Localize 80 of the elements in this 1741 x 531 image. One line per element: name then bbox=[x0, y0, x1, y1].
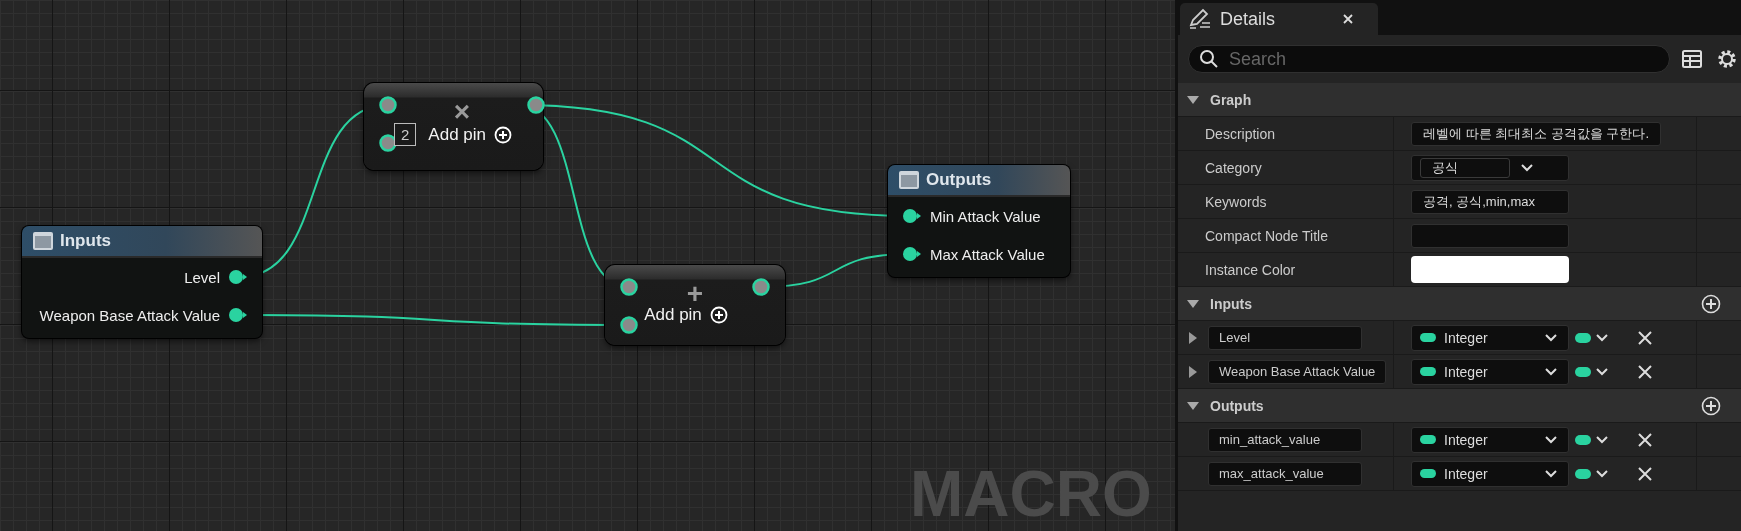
delete-icon[interactable] bbox=[1637, 431, 1653, 448]
pin-count: 2 bbox=[394, 123, 417, 146]
graph-node[interactable]: + Add pin bbox=[605, 265, 785, 345]
pin-icon[interactable] bbox=[620, 278, 638, 296]
window-icon bbox=[898, 170, 920, 190]
delete-icon[interactable] bbox=[1637, 363, 1653, 380]
type-dropdown[interactable]: Integer bbox=[1411, 358, 1569, 385]
section-title: Inputs bbox=[1210, 295, 1253, 312]
caret-icon bbox=[1186, 93, 1200, 106]
add-icon[interactable] bbox=[1701, 293, 1721, 314]
pin-label: Min Attack Value bbox=[930, 207, 1041, 225]
text-field[interactable]: 레벨에 따른 최대최소 공격값을 구한다. bbox=[1411, 121, 1662, 146]
pin-icon[interactable] bbox=[228, 269, 248, 285]
color-swatch[interactable] bbox=[1411, 256, 1569, 283]
section-header[interactable]: Inputs bbox=[1178, 287, 1741, 321]
chevron-icon bbox=[1544, 366, 1558, 377]
chevron-icon bbox=[1544, 434, 1558, 445]
table-icon[interactable] bbox=[1682, 50, 1702, 68]
pin-icon[interactable] bbox=[379, 134, 397, 152]
delete-icon[interactable] bbox=[1637, 329, 1653, 346]
graph-node[interactable]: Inputs Level Weapon Base Attack Value bbox=[22, 226, 262, 338]
chevron-icon bbox=[1544, 468, 1558, 479]
window-icon bbox=[32, 231, 54, 251]
pin-icon[interactable] bbox=[527, 96, 545, 114]
graph-node[interactable]: Outputs Min Attack Value Max Attack Value bbox=[888, 165, 1070, 277]
name-field[interactable]: Weapon Base Attack Value bbox=[1208, 359, 1387, 384]
expand-icon[interactable] bbox=[1188, 364, 1198, 379]
pin-icon[interactable] bbox=[902, 246, 922, 262]
text-field[interactable] bbox=[1411, 223, 1569, 248]
pin-icon[interactable] bbox=[902, 208, 922, 224]
delete-icon[interactable] bbox=[1637, 465, 1653, 482]
section-title: Outputs bbox=[1210, 397, 1265, 414]
property-label: Description bbox=[1205, 125, 1276, 142]
category-combo[interactable]: 공식 bbox=[1411, 154, 1569, 181]
pencil-icon bbox=[1188, 8, 1212, 30]
section-header[interactable]: Graph bbox=[1178, 83, 1741, 117]
node-title: Inputs bbox=[60, 231, 111, 251]
type-dropdown[interactable]: Integer bbox=[1411, 426, 1569, 453]
pin-icon[interactable] bbox=[379, 96, 397, 114]
operator-symbol: + bbox=[686, 283, 704, 305]
name-field[interactable]: max_attack_value bbox=[1208, 461, 1362, 486]
add-icon[interactable] bbox=[1701, 395, 1721, 416]
chevron-icon bbox=[1520, 162, 1534, 173]
add-pin-button[interactable]: Add pin bbox=[644, 305, 728, 325]
add-icon bbox=[709, 306, 728, 324]
pin-label: Weapon Base Attack Value bbox=[39, 306, 220, 324]
pin-label: Max Attack Value bbox=[930, 245, 1045, 263]
property-label: Compact Node Title bbox=[1205, 227, 1328, 244]
panel-tab[interactable]: Details bbox=[1180, 3, 1378, 35]
type-dropdown[interactable]: Integer bbox=[1411, 324, 1569, 351]
close-icon[interactable] bbox=[1342, 13, 1354, 25]
search-icon bbox=[1199, 49, 1219, 69]
pin-icon[interactable] bbox=[620, 316, 638, 334]
add-pin-button[interactable]: Add pin bbox=[428, 124, 512, 145]
pin-icon[interactable] bbox=[752, 278, 770, 296]
caret-icon bbox=[1186, 297, 1200, 310]
name-field[interactable]: Level bbox=[1208, 325, 1362, 350]
container-type-dropdown[interactable] bbox=[1575, 365, 1611, 378]
property-label: Keywords bbox=[1205, 193, 1267, 210]
section-title: Graph bbox=[1210, 91, 1253, 108]
pin-label: Level bbox=[184, 268, 220, 286]
add-icon bbox=[494, 125, 512, 144]
property-label: Category bbox=[1205, 159, 1262, 176]
name-field[interactable]: min_attack_value bbox=[1208, 427, 1362, 452]
container-type-dropdown[interactable] bbox=[1575, 331, 1611, 344]
search-field[interactable]: Search bbox=[1188, 45, 1670, 73]
pin-icon[interactable] bbox=[228, 307, 248, 323]
tab-title: Details bbox=[1220, 8, 1277, 30]
type-dropdown[interactable]: Integer bbox=[1411, 460, 1569, 487]
operator-symbol: × bbox=[453, 101, 471, 123]
caret-icon bbox=[1186, 399, 1200, 412]
chevron-icon bbox=[1544, 332, 1558, 343]
graph-node[interactable]: × 2 Add pin bbox=[364, 83, 543, 170]
container-type-dropdown[interactable] bbox=[1575, 433, 1611, 446]
text-field[interactable]: 공격, 공식,min,max bbox=[1411, 189, 1569, 214]
section-header[interactable]: Outputs bbox=[1178, 389, 1741, 423]
expand-icon[interactable] bbox=[1188, 330, 1198, 345]
container-type-dropdown[interactable] bbox=[1575, 467, 1611, 480]
node-title: Outputs bbox=[926, 170, 992, 190]
property-label: Instance Color bbox=[1205, 261, 1296, 278]
